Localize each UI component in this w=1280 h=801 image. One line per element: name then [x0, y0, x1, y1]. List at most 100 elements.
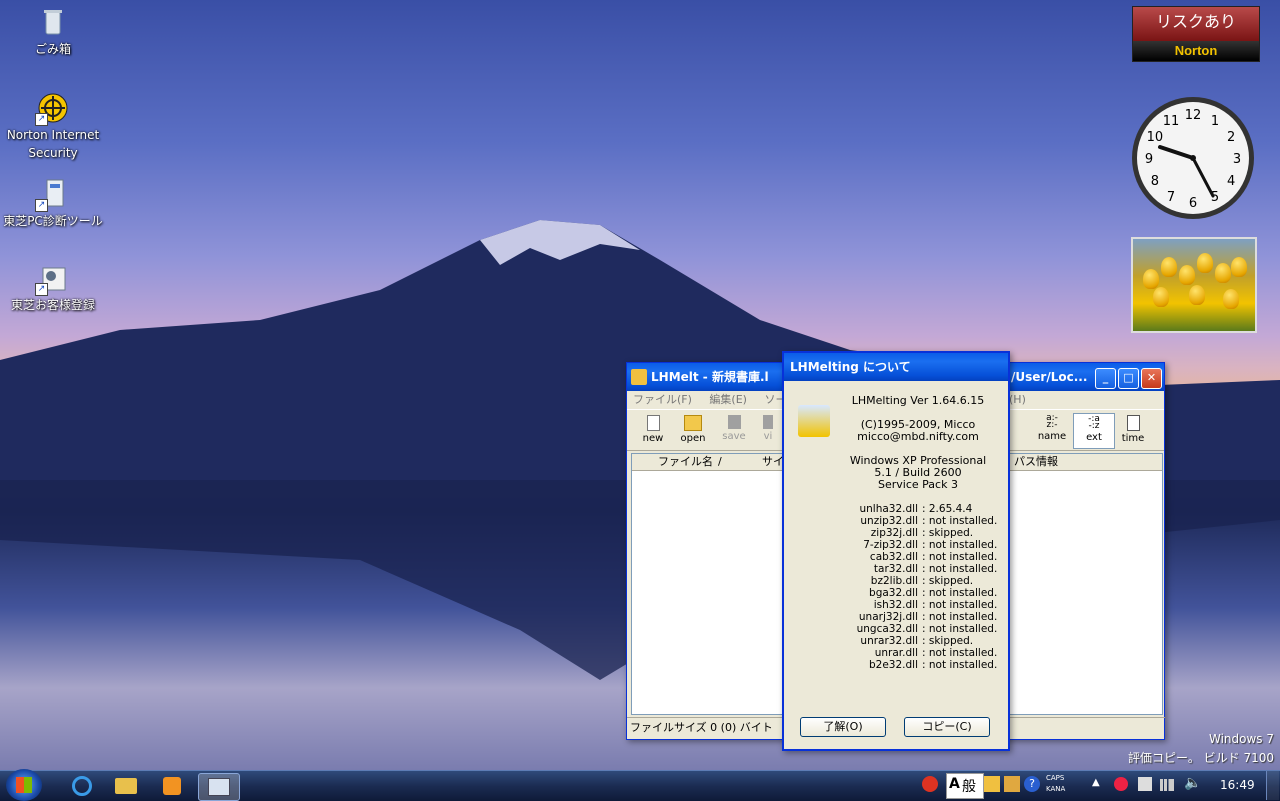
dll-row: unzip32.dll: not installed.	[852, 515, 1002, 527]
ime-dictionary-icon[interactable]	[984, 776, 1000, 792]
dll-row: bz2lib.dll : skipped.	[852, 575, 1002, 587]
ime-bar[interactable]: A 般	[946, 773, 984, 799]
menu-edit[interactable]: 編集(E)	[709, 393, 747, 406]
slideshow-gadget-tulips[interactable]	[1131, 237, 1257, 333]
dll-row: bga32.dll : not installed.	[852, 587, 1002, 599]
dll-name: unzip32.dll	[860, 515, 918, 527]
dll-row: ungca32.dll: not installed.	[852, 623, 1002, 635]
dll-row: b2e32.dll: not installed.	[852, 659, 1002, 671]
norton-status-tray-icon[interactable]	[1114, 777, 1128, 791]
clock-numeral: 4	[1227, 174, 1235, 189]
menu-file[interactable]: ファイル(F)	[633, 393, 692, 406]
about-os-sp: Service Pack 3	[878, 478, 958, 491]
about-version: LHMelting Ver 1.64.6.15	[851, 394, 985, 407]
clock-numeral: 2	[1227, 130, 1235, 145]
dll-name: unarj32j.dll	[858, 611, 918, 623]
dll-status: : skipped.	[922, 527, 974, 539]
dll-name: unlha32.dll	[859, 503, 918, 515]
caps-kana-indicator: CAPS KANA	[1046, 774, 1066, 793]
dll-name: bz2lib.dll	[870, 575, 918, 587]
ime-pad-icon[interactable]	[1004, 776, 1020, 792]
shortcut-arrow-icon: ↗	[35, 283, 48, 296]
sort-time-button[interactable]: time	[1113, 413, 1153, 447]
dll-row: tar32.dll: not installed.	[852, 563, 1002, 575]
clock-numeral: 7	[1167, 190, 1175, 205]
desktop-icon-norton[interactable]: ↗ Norton Internet Security	[3, 92, 103, 162]
desktop-icon-label: 東芝お客様登録	[10, 298, 95, 312]
volume-speaker-icon[interactable]: 🔈	[1184, 775, 1201, 791]
clock-numeral: 10	[1147, 130, 1164, 145]
dll-row: unarj32j.dll : not installed.	[852, 611, 1002, 623]
network-signal-icon[interactable]	[1160, 779, 1174, 791]
taskbar-internet-explorer[interactable]	[62, 773, 102, 799]
close-button[interactable]: ✕	[1141, 368, 1162, 389]
dll-name: unrar.dll	[874, 647, 918, 659]
dll-status-list: unlha32.dll: 2.65.4.4 unzip32.dll: not in…	[852, 503, 1002, 671]
view-button[interactable]: vi	[755, 413, 781, 447]
clock-numeral: 1	[1211, 114, 1219, 129]
watermark-build: 評価コピー。 ビルド 7100	[1127, 751, 1274, 765]
save-button[interactable]: save	[714, 413, 754, 447]
column-sort-mark: /	[718, 455, 722, 468]
main-window-title-path: /User/Loc...	[1011, 370, 1088, 384]
copy-button[interactable]: コピー(C)	[904, 717, 990, 737]
norton-tray-icon[interactable]	[922, 776, 938, 792]
windows-logo-icon	[16, 777, 32, 793]
ok-button[interactable]: 了解(O)	[800, 717, 886, 737]
shortcut-arrow-icon: ↗	[35, 199, 48, 212]
clock-gadget[interactable]: 12 1234567891011	[1130, 95, 1256, 221]
sort-ext-button[interactable]: -:a -:z ext	[1073, 413, 1115, 449]
taskbar-explorer[interactable]	[106, 773, 146, 799]
taskbar-media-player[interactable]	[152, 773, 192, 799]
ime-help-icon[interactable]: ?	[1024, 776, 1040, 792]
norton-logo: Norton	[1133, 41, 1259, 61]
desktop-icon-toshiba-registration[interactable]: ↗ 東芝お客様登録	[3, 262, 103, 314]
dll-status: : not installed.	[922, 587, 998, 599]
dll-name: bga32.dll	[869, 587, 918, 599]
new-file-icon	[646, 415, 660, 431]
dll-status: : not installed.	[922, 659, 998, 671]
column-filename[interactable]: ファイル名	[658, 454, 713, 470]
shortcut-arrow-icon: ↗	[35, 113, 48, 126]
about-dialog-titlebar[interactable]: LHMelting について	[784, 353, 1008, 381]
dll-status: : not installed.	[922, 539, 998, 551]
about-dialog[interactable]: LHMelting について LHMelting Ver 1.64.6.15 (…	[782, 351, 1010, 751]
minimize-button[interactable]: _	[1095, 368, 1116, 389]
desktop-icon-label: Norton Internet Security	[6, 128, 100, 160]
dll-row: unlha32.dll : 2.65.4.4	[852, 503, 1002, 515]
dll-row: unrar.dll: not installed.	[852, 647, 1002, 659]
power-plug-icon[interactable]	[1138, 777, 1152, 791]
internet-explorer-icon	[72, 776, 92, 796]
dll-status: : not installed.	[922, 599, 998, 611]
tray-clock[interactable]: 16:49	[1220, 778, 1255, 792]
dll-status: : skipped.	[922, 575, 974, 587]
dll-status: : 2.65.4.4	[922, 503, 973, 515]
desktop-icon-toshiba-pc-diag[interactable]: ↗ 東芝PC診断ツール	[3, 178, 103, 230]
dll-row: 7-zip32.dll : not installed.	[852, 539, 1002, 551]
taskbar: A 般 ? CAPS KANA ▲ 🔈 16:49	[0, 769, 1280, 801]
show-hidden-icons-chevron-icon[interactable]: ▲	[1092, 777, 1100, 788]
column-size[interactable]: サイ	[762, 454, 784, 470]
new-button[interactable]: new	[633, 413, 673, 447]
norton-gadget[interactable]: リスクあり Norton	[1132, 6, 1260, 62]
watermark-os: Windows 7	[1208, 732, 1274, 746]
dll-status: : not installed.	[922, 563, 998, 575]
taskbar-lhmelt[interactable]	[198, 773, 240, 801]
pc-diagnostic-icon: ↗	[35, 178, 69, 212]
dll-name: 7-zip32.dll	[863, 539, 918, 551]
open-button[interactable]: open	[673, 413, 713, 447]
dll-name: unrar32.dll	[860, 635, 918, 647]
show-desktop-button[interactable]	[1266, 771, 1279, 800]
desktop-icon-recycle-bin[interactable]: ごみ箱	[3, 6, 103, 58]
main-window-title: LHMelt - 新規書庫.l	[651, 370, 769, 384]
maximize-button[interactable]: □	[1118, 368, 1139, 389]
desktop-icon-label: 東芝PC診断ツール	[3, 214, 103, 228]
ime-mode: 般	[962, 779, 976, 795]
status-file-size: ファイルサイズ 0 (0) バイト	[630, 721, 773, 734]
dll-name: ungca32.dll	[856, 623, 918, 635]
about-dialog-title: LHMelting について	[790, 360, 911, 374]
start-button[interactable]	[6, 769, 42, 801]
dll-name: zip32j.dll	[870, 527, 918, 539]
desktop-icon-label: ごみ箱	[34, 42, 71, 56]
dll-status: : not installed.	[922, 611, 998, 623]
